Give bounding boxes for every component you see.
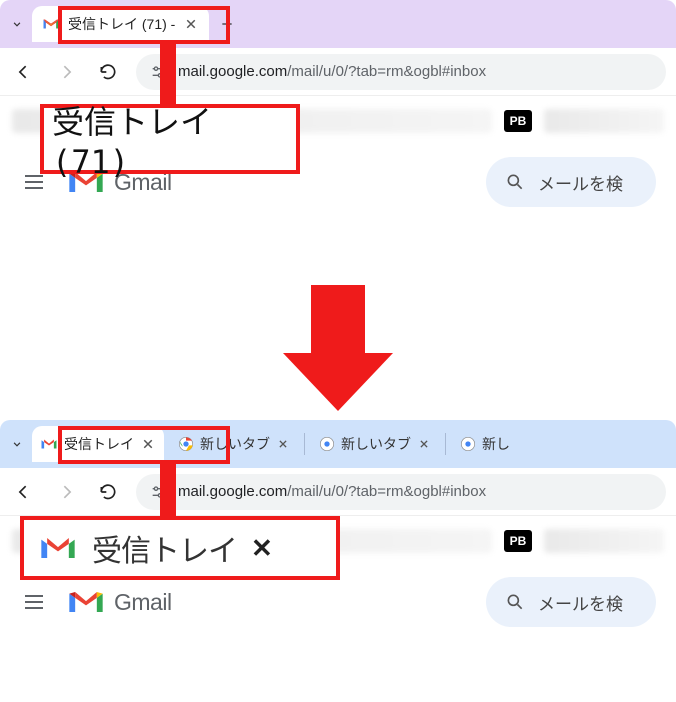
hamburger-menu-icon[interactable] — [20, 588, 48, 616]
before-panel: 受信トレイ (71) - mail.google.com/mail/u/0/?t… — [0, 0, 676, 280]
tab-divider — [304, 433, 305, 455]
gmail-m-icon — [38, 533, 78, 563]
new-tab-button[interactable] — [213, 10, 241, 38]
gmail-logo[interactable]: Gmail — [66, 587, 172, 617]
gmail-word: Gmail — [114, 589, 172, 616]
search-placeholder: メールを検 — [538, 170, 623, 195]
tab-title: 受信トレイ (71) - — [68, 14, 175, 34]
browser-tab-background[interactable]: 新しいタブ — [168, 426, 300, 462]
search-mail-input[interactable]: メールを検 — [486, 157, 656, 207]
tab-close-icon[interactable] — [140, 436, 156, 452]
tabs-overflow-chevron[interactable] — [6, 13, 28, 35]
search-icon — [504, 591, 526, 613]
zoom-label: 受信トレイ (71) — [44, 108, 296, 170]
back-button[interactable] — [10, 478, 38, 506]
browser-tab-active[interactable]: 受信トレイ (71) - — [32, 6, 209, 42]
gmail-favicon-icon — [42, 15, 60, 33]
browser-tab-active[interactable]: 受信トレイ — [32, 426, 164, 462]
tab-close-icon[interactable] — [276, 437, 290, 451]
url-text: mail.google.com/mail/u/0/?tab=rm&ogbl#in… — [178, 63, 486, 80]
blurred-bookmark — [544, 529, 664, 553]
blurred-bookmark — [544, 109, 664, 133]
after-panel: 受信トレイ 新しいタブ 新しいタブ — [0, 420, 676, 700]
zoom-callout: 受信トレイ ✕ — [20, 516, 340, 580]
forward-button[interactable] — [52, 478, 80, 506]
zoom-label: 受信トレイ — [92, 526, 237, 570]
browser-tab-background[interactable]: 新しいタブ — [309, 426, 441, 462]
reload-button[interactable] — [94, 478, 122, 506]
tab-divider — [445, 433, 446, 455]
search-icon — [504, 171, 526, 193]
tabs-overflow-chevron[interactable] — [6, 433, 28, 455]
down-arrow-icon — [0, 280, 676, 420]
tab-title: 受信トレイ — [64, 434, 134, 454]
chrome-favicon-icon — [319, 436, 335, 452]
chrome-favicon-icon — [460, 436, 476, 452]
tab-title: 新しいタブ — [200, 434, 270, 454]
pb-badge-icon: PB — [504, 530, 532, 552]
tab-close-icon[interactable] — [417, 437, 431, 451]
close-icon: ✕ — [251, 533, 273, 564]
search-mail-input[interactable]: メールを検 — [486, 577, 656, 627]
reload-button[interactable] — [94, 58, 122, 86]
tab-title: 新し — [482, 434, 510, 454]
tab-title: 新しいタブ — [341, 434, 411, 454]
tab-strip: 受信トレイ (71) - — [0, 0, 676, 48]
search-placeholder: メールを検 — [538, 590, 623, 615]
forward-button[interactable] — [52, 58, 80, 86]
browser-toolbar: mail.google.com/mail/u/0/?tab=rm&ogbl#in… — [0, 468, 676, 516]
back-button[interactable] — [10, 58, 38, 86]
zoom-callout: 受信トレイ (71) — [40, 104, 300, 174]
pb-badge-icon: PB — [504, 110, 532, 132]
address-bar[interactable]: mail.google.com/mail/u/0/?tab=rm&ogbl#in… — [136, 54, 666, 90]
address-bar[interactable]: mail.google.com/mail/u/0/?tab=rm&ogbl#in… — [136, 474, 666, 510]
browser-tab-background[interactable]: 新し — [450, 426, 520, 462]
url-text: mail.google.com/mail/u/0/?tab=rm&ogbl#in… — [178, 483, 486, 500]
chrome-favicon-icon — [178, 436, 194, 452]
tab-close-icon[interactable] — [183, 16, 199, 32]
tab-strip: 受信トレイ 新しいタブ 新しいタブ — [0, 420, 676, 468]
gmail-favicon-icon — [40, 435, 58, 453]
browser-toolbar: mail.google.com/mail/u/0/?tab=rm&ogbl#in… — [0, 48, 676, 96]
callout-connector — [160, 464, 176, 520]
gmail-m-icon — [66, 587, 106, 617]
